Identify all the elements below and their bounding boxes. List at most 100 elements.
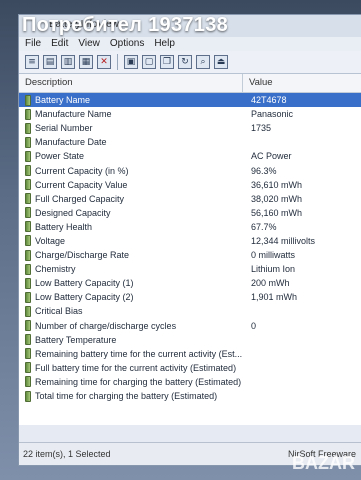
row-value: 0 milliwatts (251, 250, 296, 261)
row-description: Power State (35, 151, 85, 162)
table-row[interactable]: Total time for charging the battery (Est… (19, 389, 361, 403)
table-row[interactable]: Battery Temperature (19, 333, 361, 347)
menu-help[interactable]: Help (154, 37, 175, 51)
logo: BAZAR (292, 453, 355, 473)
table-row[interactable]: Battery Name 42T4678 (19, 93, 361, 108)
table-row[interactable]: Charge/Discharge Rate 0 milliwatts (19, 248, 361, 262)
delete-icon[interactable]: ✕ (97, 55, 111, 69)
table-row[interactable]: Critical Bias (19, 304, 361, 318)
row-description: Current Capacity (in %) (35, 165, 129, 176)
find-icon[interactable]: ⌕ (196, 55, 210, 69)
row-description: Remaining time for charging the battery … (35, 376, 242, 387)
row-value: 36,610 mWh (251, 179, 303, 190)
menu-bar: File Edit View Options Help (19, 37, 361, 51)
table-row[interactable]: Power State AC Power (19, 149, 361, 163)
table-row[interactable]: Full Charged Capacity 38,020 mWh (19, 192, 361, 206)
menu-file[interactable]: File (25, 37, 41, 51)
row-description: Battery Temperature (35, 334, 117, 345)
battery-icon (25, 334, 31, 346)
table-row[interactable]: Low Battery Capacity (1) 200 mWh (19, 276, 361, 290)
row-description: Voltage (35, 235, 66, 246)
row-value: 38,020 mWh (251, 193, 303, 204)
battery-icon (25, 362, 31, 374)
battery-icon (25, 249, 31, 261)
save-icon[interactable]: ▣ (124, 55, 138, 69)
row-value: 1735 (251, 123, 272, 134)
row-description: Serial Number (35, 123, 93, 134)
log-view-icon[interactable]: ▥ (61, 55, 75, 69)
row-description: Number of charge/discharge cycles (35, 320, 177, 331)
row-description: Designed Capacity (35, 207, 111, 218)
table-row[interactable]: Designed Capacity 56,160 mWh (19, 206, 361, 220)
row-value: AC Power (251, 151, 292, 162)
table-row[interactable]: Current Capacity Value 36,610 mWh (19, 178, 361, 192)
properties-icon[interactable]: ▦ (79, 55, 93, 69)
battery-icon (25, 179, 31, 191)
battery-icon (25, 108, 31, 120)
row-value: 12,344 millivolts (251, 235, 316, 246)
status-count: 22 item(s), 1 Selected (23, 449, 111, 459)
battery-icon (25, 390, 31, 402)
table-row[interactable]: Remaining battery time for the current a… (19, 347, 361, 361)
details-view-icon[interactable]: ≡ (25, 55, 39, 69)
row-description: Chemistry (35, 264, 76, 275)
toolbar: ≡ ▤ ▥ ▦ ✕ ▣ ▢ ❐ ↻ ⌕ ⏏ (19, 51, 361, 74)
table-row[interactable]: Number of charge/discharge cycles 0 (19, 319, 361, 333)
table-row[interactable]: Full battery time for the current activi… (19, 361, 361, 375)
battery-icon (25, 348, 31, 360)
row-description: Remaining battery time for the current a… (35, 348, 243, 359)
row-description: Critical Bias (35, 306, 83, 317)
battery-icon (25, 305, 31, 317)
row-value: 0 (251, 320, 257, 331)
table-row[interactable]: Manufacture Date (19, 135, 361, 149)
menu-view[interactable]: View (78, 37, 100, 51)
battery-icon (25, 150, 31, 162)
app-window: BatteryInfoView File Edit View Options H… (18, 14, 361, 466)
battery-icon (25, 320, 31, 332)
table-row[interactable]: Serial Number 1735 (19, 121, 361, 135)
row-description: Battery Health (35, 221, 93, 232)
copy-icon[interactable]: ❐ (160, 55, 174, 69)
column-description[interactable]: Description (19, 74, 243, 92)
row-value: 56,160 mWh (251, 207, 303, 218)
row-description: Total time for charging the battery (Est… (35, 391, 218, 402)
row-description: Full Charged Capacity (35, 193, 125, 204)
battery-icon (25, 122, 31, 134)
battery-icon (25, 291, 31, 303)
table-row[interactable]: Low Battery Capacity (2) 1,901 mWh (19, 290, 361, 304)
row-value: 67.7% (251, 221, 277, 232)
battery-icon (25, 277, 31, 289)
column-value[interactable]: Value (243, 74, 273, 92)
row-value: Lithium Ion (251, 264, 296, 275)
battery-icon (25, 136, 31, 148)
menu-edit[interactable]: Edit (51, 37, 68, 51)
row-value: Panasonic (251, 109, 294, 120)
menu-options[interactable]: Options (110, 37, 144, 51)
row-description: Battery Name (35, 95, 91, 106)
row-description: Charge/Discharge Rate (35, 250, 130, 261)
battery-icon (25, 94, 31, 106)
row-value: 200 mWh (251, 278, 290, 289)
row-description: Low Battery Capacity (1) (35, 278, 134, 289)
row-description: Full battery time for the current activi… (35, 362, 237, 373)
table-row[interactable]: Manufacture Name Panasonic (19, 107, 361, 121)
row-description: Manufacture Date (35, 137, 107, 148)
battery-icon (25, 221, 31, 233)
row-value: 96.3% (251, 165, 277, 176)
refresh-icon[interactable]: ↻ (178, 55, 192, 69)
battery-icon (25, 376, 31, 388)
table-row[interactable]: Current Capacity (in %) 96.3% (19, 163, 361, 177)
exit-icon[interactable]: ⏏ (214, 55, 228, 69)
row-value: 42T4678 (251, 95, 287, 106)
battery-icon (25, 235, 31, 247)
report-icon[interactable]: ▢ (142, 55, 156, 69)
list-view-icon[interactable]: ▤ (43, 55, 57, 69)
table-row[interactable]: Remaining time for charging the battery … (19, 375, 361, 389)
battery-icon (25, 165, 31, 177)
watermark-text: Потребител 1937138 (22, 14, 229, 36)
table-row[interactable]: Chemistry Lithium Ion (19, 262, 361, 276)
battery-icon (25, 263, 31, 275)
table-row[interactable]: Voltage 12,344 millivolts (19, 234, 361, 248)
row-description: Low Battery Capacity (2) (35, 292, 134, 303)
table-row[interactable]: Battery Health 67.7% (19, 220, 361, 234)
